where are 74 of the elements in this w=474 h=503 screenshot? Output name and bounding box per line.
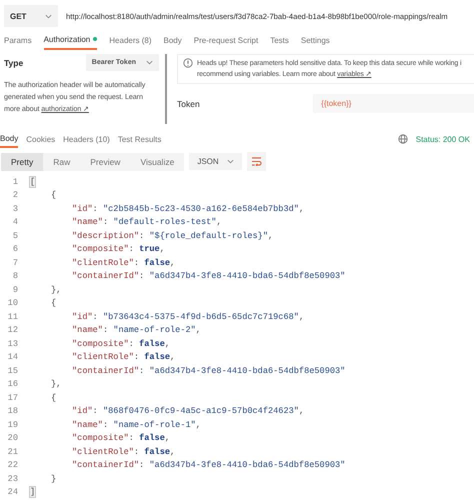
code-line: "clientRole": false, xyxy=(72,446,176,457)
response-tab[interactable]: Test Results xyxy=(118,130,162,148)
code-line: { xyxy=(51,190,56,200)
line-number: 21 xyxy=(6,446,19,457)
request-tab[interactable]: Params xyxy=(4,30,32,50)
request-tab[interactable]: Tests xyxy=(270,30,289,50)
line-number: 18 xyxy=(6,406,19,416)
response-tab[interactable]: Body xyxy=(0,130,18,148)
request-tab[interactable]: Authorization xyxy=(44,30,98,50)
code-line: "id": "b73643c4-5375-4f9d-b6d5-65dc7c719c68", xyxy=(72,312,304,322)
line-number: 16 xyxy=(6,379,19,390)
code-line: "id": "868f0476-0fc9-4a5c-a1c9-57b0c4f24623", xyxy=(72,406,304,416)
view-mode-tab[interactable]: Pretty xyxy=(1,152,44,170)
info-icon xyxy=(183,58,193,68)
line-number: 7 xyxy=(12,258,19,268)
line-number: 15 xyxy=(6,366,19,376)
code-line: "id": "c2b5845b-5c23-4530-a162-6e584eb7bb3d", xyxy=(72,204,304,214)
code-line: { xyxy=(51,392,56,403)
request-tab[interactable]: Pre-request Script xyxy=(194,30,258,50)
response-tab[interactable]: Headers (10) xyxy=(63,130,110,148)
line-number: 4 xyxy=(12,217,19,228)
view-mode-tab[interactable]: Visualize xyxy=(130,152,184,170)
code-line: "clientRole": false, xyxy=(72,258,176,268)
view-mode-tab[interactable]: Preview xyxy=(80,152,130,170)
code-line: }, xyxy=(51,284,62,295)
request-tab[interactable]: Headers (8) xyxy=(109,30,152,50)
format-dropdown[interactable]: JSON xyxy=(189,153,242,170)
line-number: 17 xyxy=(6,392,19,403)
line-number: 8 xyxy=(12,271,19,282)
response-tab[interactable]: Cookies xyxy=(26,130,56,148)
line-number: 12 xyxy=(6,325,19,336)
line-number: 24 xyxy=(6,487,19,498)
wrap-button[interactable] xyxy=(246,152,266,171)
line-number: 6 xyxy=(12,244,19,254)
line-number: 10 xyxy=(6,298,19,308)
token-field[interactable]: {{token}} xyxy=(313,94,474,113)
line-number: 3 xyxy=(12,204,19,214)
view-mode-tab[interactable]: Raw xyxy=(43,152,80,170)
line-number: 9 xyxy=(12,284,19,295)
type-label: Type xyxy=(4,58,24,68)
line-number: 13 xyxy=(6,338,19,349)
line-number: 2 xyxy=(12,190,19,200)
code-line: "description": "${role_default-roles}", xyxy=(72,230,274,241)
status-text: Status: 200 OK xyxy=(416,134,470,144)
chevron-icon xyxy=(146,60,153,65)
code-line: "containerId": "a6d347b4-3fe8-4410-bda6-54dbf8e50903" xyxy=(72,460,346,470)
line-number: 19 xyxy=(6,420,19,430)
line-number: 14 xyxy=(6,352,19,362)
wrap-lines-icon xyxy=(250,157,262,166)
code-line: }, xyxy=(51,379,62,390)
request-tab[interactable]: Body xyxy=(164,30,182,50)
code-line: "composite": false, xyxy=(72,433,170,444)
line-number: 5 xyxy=(12,230,19,241)
token-label: Token xyxy=(177,98,201,108)
line-number: 20 xyxy=(6,433,19,444)
line-number: 23 xyxy=(6,474,19,484)
chevron-icon xyxy=(226,159,234,164)
code-line: "name": "name-of-role-2", xyxy=(72,325,201,336)
chevron-icon xyxy=(45,14,52,18)
globe-icon xyxy=(398,134,408,144)
code-line: "composite": true, xyxy=(72,244,165,254)
code-line: { xyxy=(51,298,56,308)
method-dropdown[interactable]: GET xyxy=(4,5,58,27)
code-line: "containerId": "a6d347b4-3fe8-4410-bda6-54dbf8e50903" xyxy=(72,271,346,282)
code-line: "clientRole": false, xyxy=(72,352,176,362)
line-number: 22 xyxy=(6,460,19,470)
code-line: "composite": false, xyxy=(72,338,170,349)
code-line: "containerId": "a6d347b4-3fe8-4410-bda6-54dbf8e50903" xyxy=(72,366,346,376)
code-line: "name": "name-of-role-1", xyxy=(72,420,201,430)
line-number: 1 xyxy=(12,176,19,187)
request-tab[interactable]: Settings xyxy=(300,30,330,50)
code-line: } xyxy=(51,474,56,484)
line-number: 11 xyxy=(6,312,19,322)
code-line: "name": "default-roles-test", xyxy=(72,217,222,228)
